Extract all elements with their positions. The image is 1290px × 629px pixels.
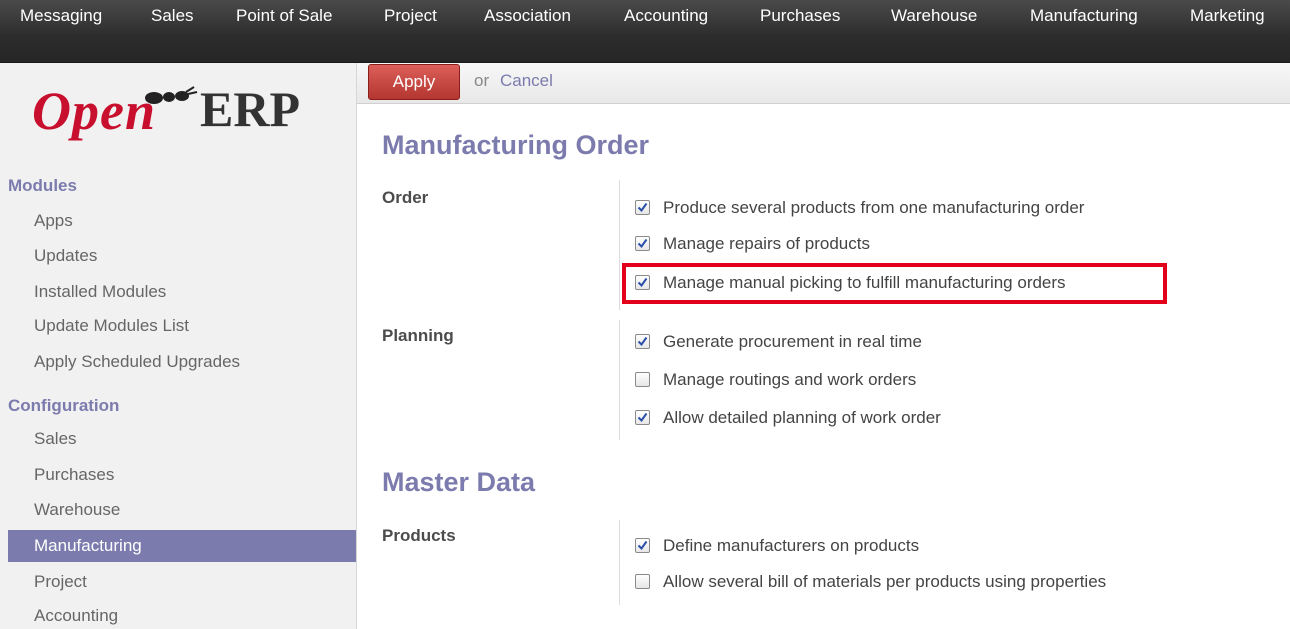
- checkmark-icon: [637, 412, 648, 423]
- checkbox-produce-several-products[interactable]: [635, 200, 650, 215]
- checkbox-several-bom[interactable]: [635, 574, 650, 589]
- option-label: Generate procurement in real time: [663, 332, 922, 351]
- sidebar-item-sales[interactable]: Sales: [34, 429, 77, 449]
- ant-icon: [145, 86, 198, 104]
- cancel-link[interactable]: Cancel: [500, 71, 553, 91]
- sidebar-item-apps[interactable]: Apps: [34, 211, 73, 231]
- openerp-logo[interactable]: Open ERP: [32, 80, 322, 160]
- group-divider: [619, 180, 620, 310]
- sidebar-heading-modules: Modules: [8, 176, 77, 195]
- group-label-planning: Planning: [382, 326, 454, 345]
- option-label: Produce several products from one manufa…: [663, 198, 1085, 217]
- sidebar-item-installed-modules[interactable]: Installed Modules: [34, 282, 166, 302]
- sidebar-item-updates[interactable]: Updates: [34, 246, 97, 266]
- menu-project[interactable]: Project: [384, 0, 437, 47]
- top-menu-bar: Messaging Sales Point of Sale Project As…: [0, 0, 1290, 63]
- checkbox-define-manufacturers[interactable]: [635, 538, 650, 553]
- menu-association[interactable]: Association: [484, 0, 571, 47]
- sidebar-item-accounting[interactable]: Accounting: [34, 606, 118, 626]
- highlight-box: [622, 263, 1167, 304]
- menu-sales[interactable]: Sales: [151, 0, 194, 47]
- checkbox-manage-routings[interactable]: [635, 372, 650, 387]
- option-label: Manage routings and work orders: [663, 370, 917, 389]
- menu-purchases[interactable]: Purchases: [760, 0, 840, 47]
- or-text: or: [474, 71, 490, 90]
- sidebar-item-warehouse[interactable]: Warehouse: [34, 500, 120, 520]
- group-divider: [619, 520, 620, 605]
- checkbox-generate-procurement[interactable]: [635, 334, 650, 349]
- sidebar-item-manufacturing[interactable]: Manufacturing: [8, 530, 356, 562]
- section-title-master-data: Master Data: [382, 467, 536, 497]
- menu-point-of-sale[interactable]: Point of Sale: [236, 0, 332, 47]
- checkbox-manage-repairs[interactable]: [635, 236, 650, 251]
- checkbox-detailed-planning[interactable]: [635, 410, 650, 425]
- option-label: Define manufacturers on products: [663, 536, 920, 555]
- option-label: Allow several bill of materials per prod…: [663, 572, 1107, 591]
- section-title-manufacturing-order: Manufacturing Order: [382, 130, 650, 160]
- action-bar: [357, 63, 1290, 104]
- apply-button[interactable]: Apply: [368, 64, 460, 100]
- sidebar-item-update-modules-list[interactable]: Update Modules List: [34, 316, 189, 336]
- sidebar-item-project[interactable]: Project: [34, 572, 87, 592]
- logo-open-text: Open: [32, 81, 156, 141]
- option-label: Allow detailed planning of work order: [663, 408, 941, 427]
- option-label: Manage repairs of products: [663, 234, 870, 253]
- menu-messaging[interactable]: Messaging: [20, 0, 102, 47]
- sidebar-item-apply-scheduled-upgrades[interactable]: Apply Scheduled Upgrades: [34, 352, 240, 372]
- menu-accounting[interactable]: Accounting: [624, 0, 708, 47]
- sidebar-heading-configuration: Configuration: [8, 396, 120, 415]
- group-label-products: Products: [382, 526, 456, 545]
- sidebar-divider: [356, 63, 357, 629]
- group-divider: [619, 320, 620, 440]
- logo-erp-text: ERP: [200, 81, 300, 137]
- menu-marketing[interactable]: Marketing: [1190, 0, 1265, 47]
- checkmark-icon: [637, 202, 648, 213]
- checkmark-icon: [637, 336, 648, 347]
- sidebar-item-purchases[interactable]: Purchases: [34, 465, 114, 485]
- group-label-order: Order: [382, 188, 429, 207]
- checkmark-icon: [637, 540, 648, 551]
- menu-manufacturing[interactable]: Manufacturing: [1030, 0, 1138, 47]
- checkmark-icon: [637, 238, 648, 249]
- menu-warehouse[interactable]: Warehouse: [891, 0, 977, 47]
